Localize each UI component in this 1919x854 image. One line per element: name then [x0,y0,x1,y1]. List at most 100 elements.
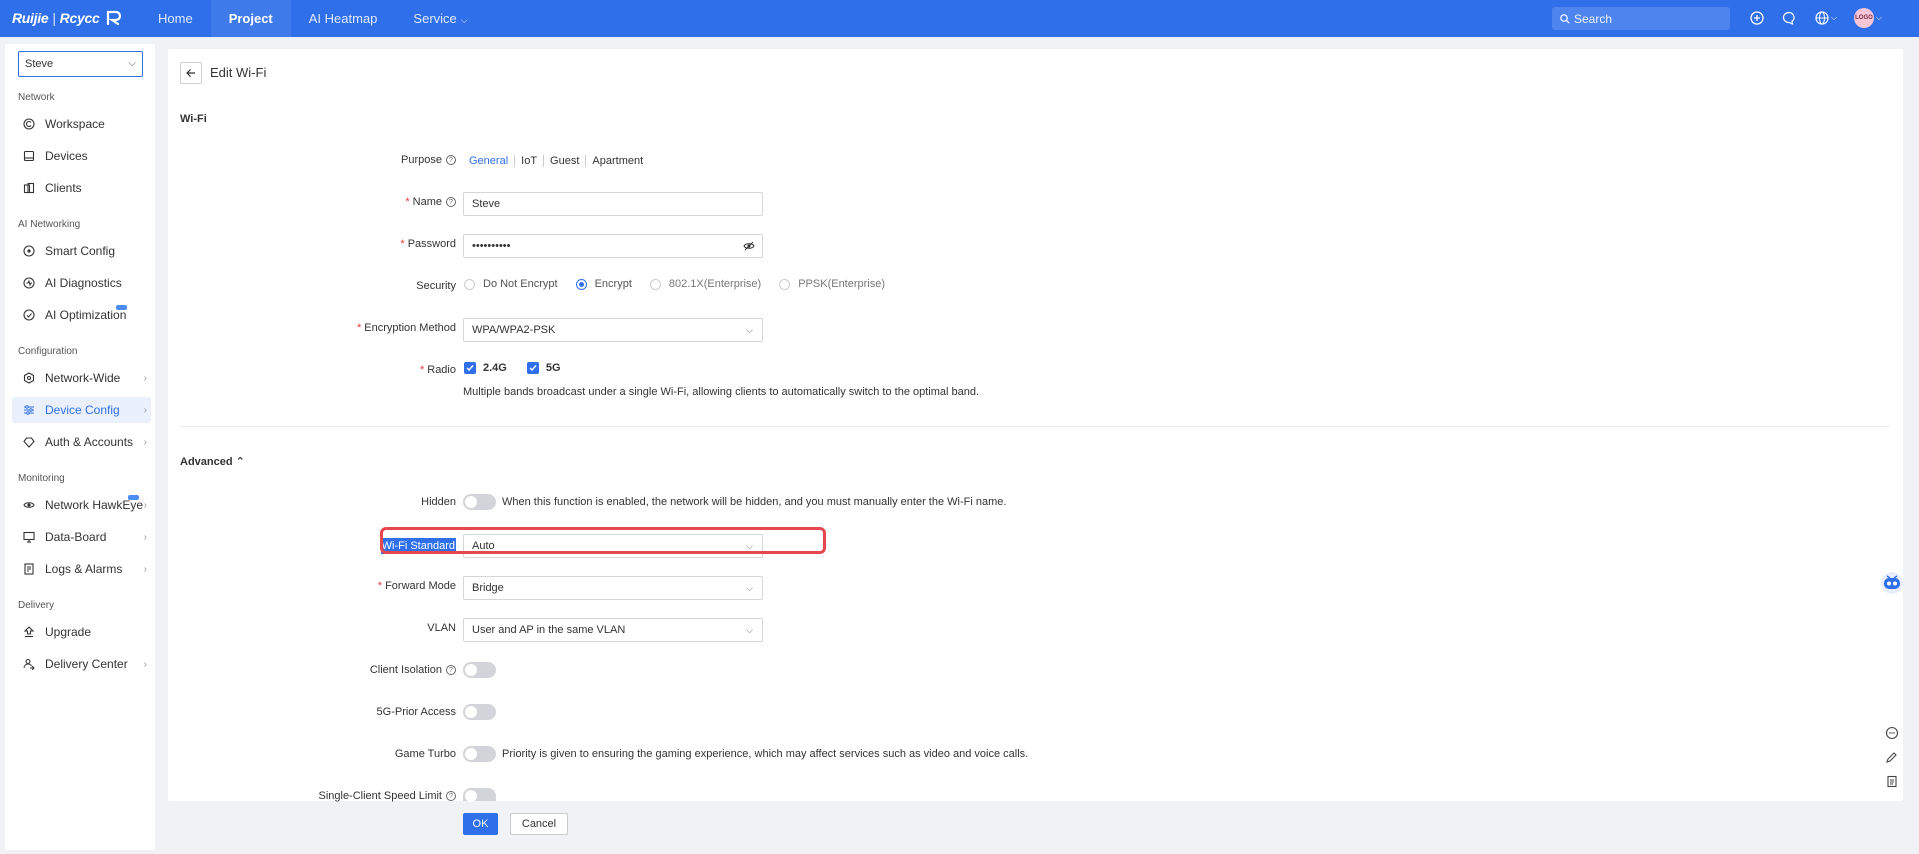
game-turbo-label: Game Turbo [394,748,456,760]
group-network: Network [18,92,55,103]
help-icon[interactable]: ? [446,197,456,207]
prior-access-toggle[interactable] [463,704,496,720]
checkbox-checked-icon [526,362,539,374]
password-input[interactable]: •••••••••• [463,234,763,258]
logo-separator: | [52,10,56,26]
help-icon[interactable]: ? [446,155,456,165]
user-menu[interactable]: LOGO ⌵ [1854,8,1882,28]
sidebar-item-label: Devices [45,149,88,163]
site-select[interactable]: Steve ⌵ [18,51,143,77]
security-ppsk[interactable]: PPSK(Enterprise) [779,278,885,290]
search-input[interactable]: Search [1552,7,1730,30]
checkbox-checked-icon [464,362,476,374]
highlight-annotation [380,527,826,554]
add-circle-icon[interactable] [1748,9,1766,27]
top-icons: ⌵ LOGO ⌵ [1748,8,1882,28]
security-8021x[interactable]: 802.1X(Enterprise) [649,278,761,290]
new-badge [116,305,127,310]
device-config-icon [22,403,36,417]
radio-icon [779,278,791,290]
advanced-toggle[interactable]: Advanced ⌃ [180,455,245,468]
chat-icon[interactable] [1885,726,1899,740]
forward-mode-select[interactable]: Bridge ⌵ [463,576,763,600]
globe-icon[interactable]: ⌵ [1812,9,1840,27]
ai-diagnostics-icon [22,276,36,290]
assistant-robot-icon[interactable] [1879,569,1905,595]
logo-brand: Ruijie [12,10,49,26]
purpose-guest[interactable]: Guest [543,155,585,167]
help-icon[interactable]: ? [446,791,456,801]
group-ai-networking: AI Networking [18,219,81,230]
cancel-button[interactable]: Cancel [510,813,568,835]
required-mark: * [357,322,362,334]
purpose-label-text: Purpose [401,154,442,166]
back-button[interactable] [180,62,202,84]
chevron-right-icon: › [143,372,147,384]
site-select-value: Steve [25,58,54,70]
encryption-label: * Encryption Method [357,322,456,334]
clipboard-icon[interactable] [1885,774,1899,788]
sidebar-item-devices[interactable]: Devices [12,143,151,169]
sidebar-item-network-wide[interactable]: Network-Wide › [12,365,151,391]
vlan-select[interactable]: User and AP in the same VLAN ⌵ [463,618,763,642]
help-icon[interactable]: ? [446,665,456,675]
sidebar-item-data-board[interactable]: Data-Board › [12,524,151,550]
nav-project[interactable]: Project [210,0,291,37]
sidebar-item-device-config[interactable]: Device Config › [12,397,151,423]
sidebar-item-network-hawkeye[interactable]: Network HawkEye › [12,492,151,518]
delivery-icon [22,657,36,671]
logo[interactable]: Ruijie | Rcycc [12,9,123,27]
purpose-iot[interactable]: IoT [514,155,543,167]
sidebar-item-workspace[interactable]: Workspace [12,111,151,137]
auth-icon [22,435,36,449]
logo-product: Rcycc [59,10,100,26]
message-icon[interactable] [1780,9,1798,27]
chevron-right-icon: › [143,658,147,670]
purpose-general[interactable]: General [469,155,514,167]
group-delivery: Delivery [18,600,55,611]
eye-off-icon[interactable] [743,240,755,252]
logs-icon [22,562,36,576]
password-label-text: Password [407,238,456,250]
ok-button[interactable]: OK [463,813,498,835]
name-label-text: Name [412,196,442,208]
name-input[interactable]: Steve [463,192,763,216]
chevron-down-icon: ⌵ [460,15,468,25]
security-encrypt[interactable]: Encrypt [575,278,632,290]
sidebar-item-ai-diagnostics[interactable]: AI Diagnostics [12,270,151,296]
radio-band-group: 2.4G 5G [464,362,581,374]
nav-ai-heatmap[interactable]: AI Heatmap [291,0,396,37]
chevron-down-icon: ⌵ [746,625,753,635]
required-mark: * [405,196,410,208]
logo-mark-icon [107,10,122,26]
edit-icon[interactable] [1885,750,1899,764]
speed-limit-toggle[interactable] [463,788,496,802]
nav-service-label: Service [413,11,457,26]
sidebar-item-delivery-center[interactable]: Delivery Center › [12,651,151,677]
sidebar-item-logs-alarms[interactable]: Logs & Alarms › [12,556,151,582]
game-turbo-toggle[interactable] [463,746,496,762]
sidebar-item-clients[interactable]: Clients [12,175,151,201]
hidden-toggle[interactable] [463,494,496,510]
nav-home[interactable]: Home [140,0,211,37]
band-5g-checkbox[interactable]: 5G [526,362,561,374]
client-isolation-toggle[interactable] [463,662,496,678]
sidebar-item-smart-config[interactable]: Smart Config [12,238,151,264]
sidebar-item-upgrade[interactable]: Upgrade [12,619,151,645]
encryption-method-select[interactable]: WPA/WPA2-PSK ⌵ [463,318,763,342]
nav-service[interactable]: Service ⌵ [395,0,485,37]
band-label: 5G [545,362,561,374]
security-do-not-encrypt[interactable]: Do Not Encrypt [464,278,558,290]
chevron-down-icon: ⌵ [128,58,136,69]
sidebar: Steve ⌵ Network Workspace Devices Clients… [5,44,155,850]
sidebar-item-label: AI Diagnostics [45,276,122,290]
purpose-apartment[interactable]: Apartment [585,155,649,167]
hidden-label: Hidden [421,496,456,508]
vlan-value: User and AP in the same VLAN [472,624,626,636]
sidebar-item-auth-accounts[interactable]: Auth & Accounts › [12,429,151,455]
sidebar-item-label: AI Optimization [45,308,127,322]
advanced-label: Advanced [180,456,233,468]
forward-mode-label-text: Forward Mode [385,580,456,592]
band-24g-checkbox[interactable]: 2.4G [464,362,507,374]
sidebar-item-ai-optimization[interactable]: AI Optimization [12,302,151,328]
